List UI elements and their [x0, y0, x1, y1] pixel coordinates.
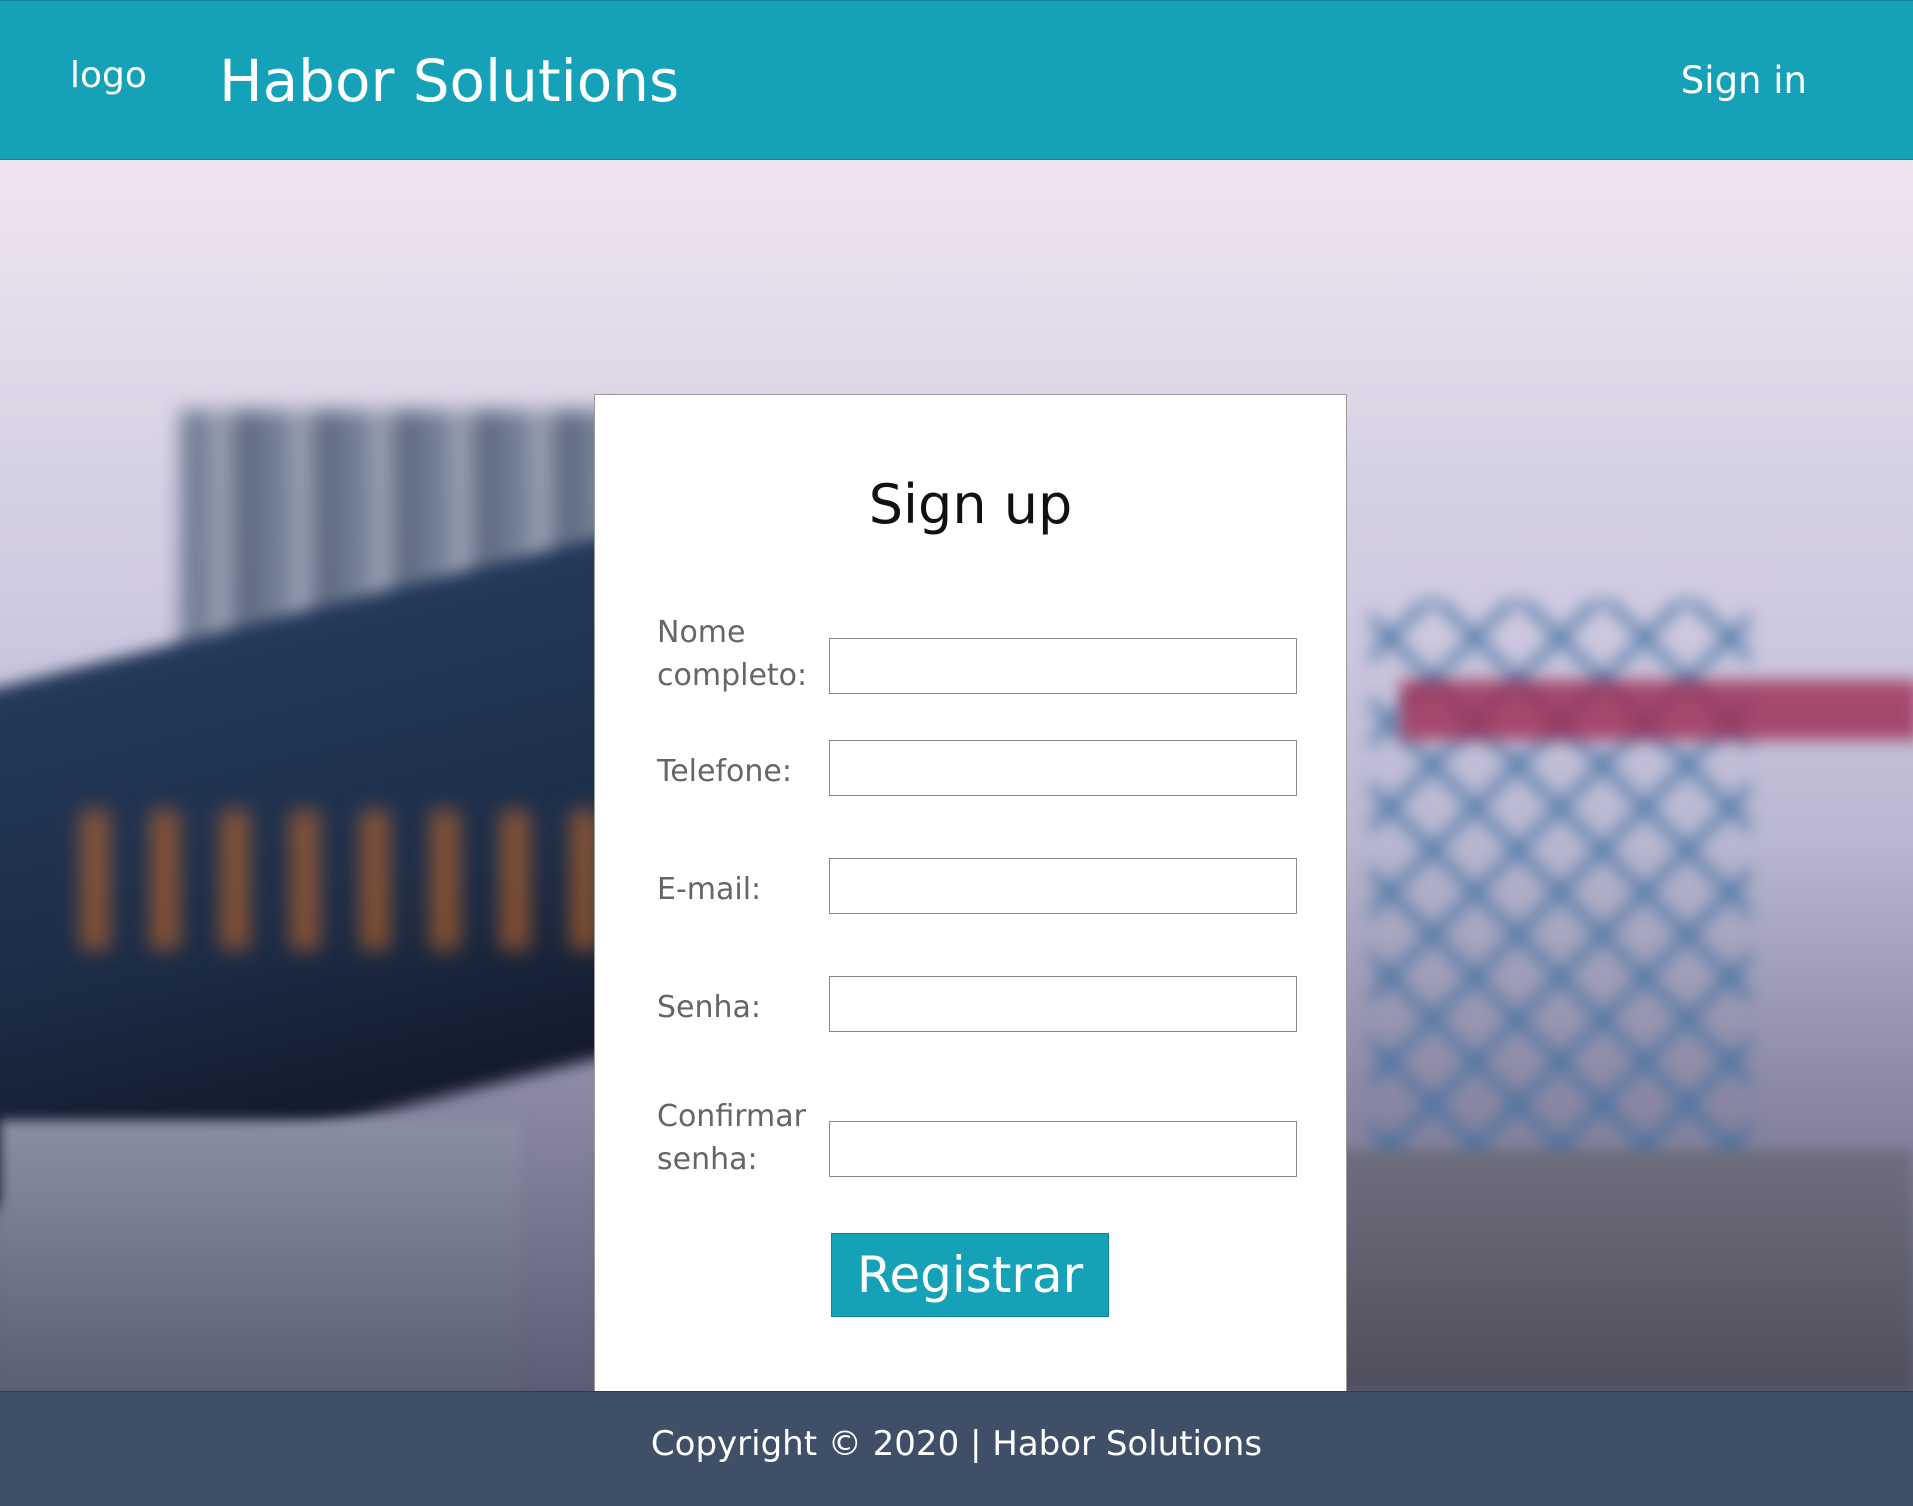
top-navbar: logo Habor Solutions Sign in: [0, 0, 1913, 160]
copyright-text: Copyright © 2020 | Habor Solutions: [650, 1424, 1263, 1464]
brand-name: Habor Solutions: [219, 47, 680, 115]
phone-input[interactable]: [829, 740, 1297, 796]
full-name-label: Nome completo:: [657, 615, 808, 693]
email-label: E-mail:: [657, 872, 762, 907]
crane-beam: [1400, 680, 1913, 740]
email-input[interactable]: [829, 858, 1297, 914]
signup-card: Sign up Nome completo: Telefone: E-mail:…: [594, 394, 1347, 1391]
password-label: Senha:: [657, 990, 762, 1025]
confirm-password-label: Confirmar senha:: [657, 1099, 806, 1177]
register-button[interactable]: Registrar: [831, 1233, 1109, 1317]
sign-in-link[interactable]: Sign in: [1681, 59, 1807, 102]
password-input[interactable]: [829, 976, 1297, 1032]
ship-lights: [80, 810, 600, 950]
footer: Copyright © 2020 | Habor Solutions: [0, 1391, 1913, 1506]
phone-label: Telefone:: [657, 754, 792, 789]
confirm-password-input[interactable]: [829, 1121, 1297, 1177]
water: [0, 1120, 520, 1391]
logo: logo: [70, 55, 147, 96]
background-image: Sign up Nome completo: Telefone: E-mail:…: [0, 160, 1913, 1391]
signup-title: Sign up: [868, 473, 1073, 536]
full-name-input[interactable]: [829, 638, 1297, 694]
